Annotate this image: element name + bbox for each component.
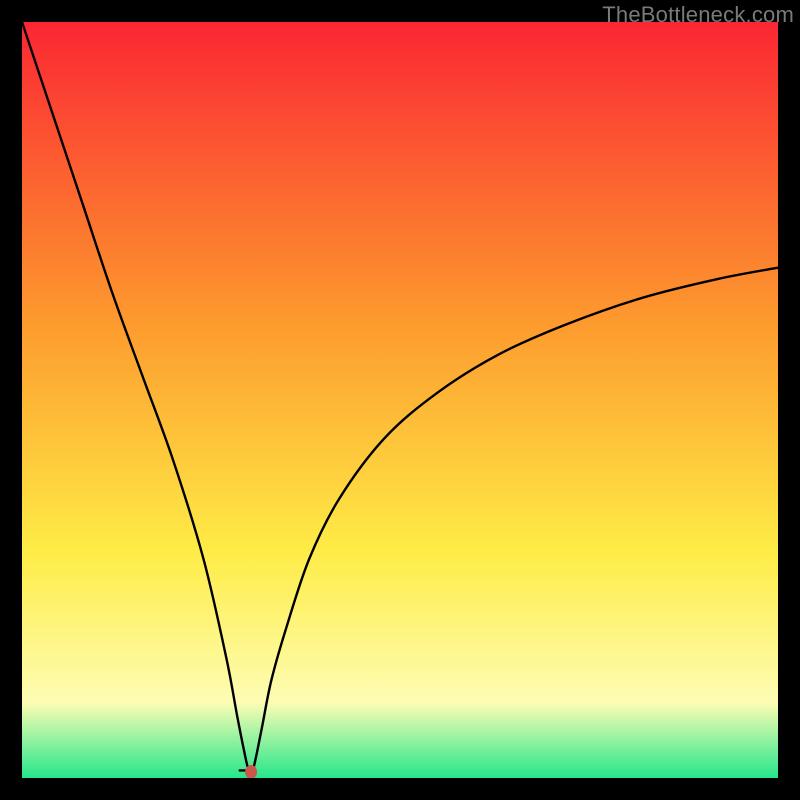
gradient-background — [22, 22, 778, 778]
plot-area — [22, 22, 778, 778]
chart-svg — [22, 22, 778, 778]
chart-container: TheBottleneck.com — [0, 0, 800, 800]
